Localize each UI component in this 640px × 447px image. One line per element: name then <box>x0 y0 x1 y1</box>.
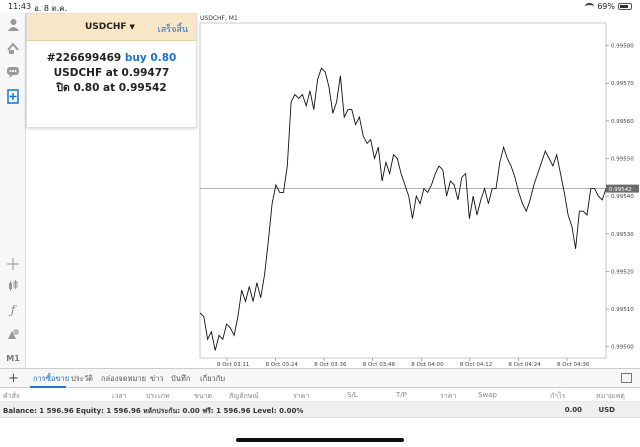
active-tab-indicator <box>30 386 66 388</box>
order-panel: USDCHF ▼ เสร็จสิ้น #226699469 buy 0.80 US… <box>26 13 197 128</box>
tab-news[interactable]: ข่าว <box>150 373 164 385</box>
y-tick-label: 0.99540 <box>611 194 634 200</box>
order-ticket-line: #226699469 buy 0.80 <box>27 51 196 66</box>
y-tick-label: 0.99520 <box>611 269 634 275</box>
balance-currency: USD <box>598 406 615 414</box>
crosshair-icon[interactable] <box>5 256 21 272</box>
done-button[interactable]: เสร็จสิ้น <box>158 22 188 36</box>
price-chart[interactable]: 0.995800.995700.995600.995500.995400.995… <box>197 13 640 368</box>
col-size: ขนาด <box>194 392 213 400</box>
y-tick-label: 0.99580 <box>611 44 634 50</box>
col-order: คำสั่ง <box>3 392 20 400</box>
col-profit: กำไร <box>550 392 566 400</box>
wifi-icon <box>585 3 595 10</box>
battery-status: 69% <box>585 2 632 11</box>
order-open-line: USDCHF at 0.99477 <box>53 67 170 79</box>
balance-row: Balance: 1 596.96 Equity: 1 596.96 หลักป… <box>0 402 640 418</box>
tab-about[interactable]: เกี่ยวกับ <box>200 373 225 385</box>
symbol-selector[interactable]: USDCHF ▼ <box>85 22 135 32</box>
tab-journal[interactable]: บันทึก <box>171 373 190 385</box>
status-time: 11:43 <box>8 2 32 11</box>
current-price-label: 0.99542 <box>609 187 632 193</box>
col-price: ราคา <box>293 392 310 400</box>
objects-icon[interactable] <box>5 326 21 342</box>
chat-icon[interactable] <box>5 64 21 80</box>
y-tick-label: 0.99500 <box>611 345 634 351</box>
tab-trade[interactable]: การซื้อขาย <box>33 373 69 385</box>
col-time: เวลา <box>112 392 127 400</box>
timeframe-button[interactable]: M1 <box>5 350 21 366</box>
symbol-label: USDCHF <box>85 22 127 32</box>
chart-area[interactable]: USDCHF, M1 0.99580 0.99570 0.99560 0.99550 0… <box>197 13 640 368</box>
trade-table-header: คำสั่ง เวลา ประเภท ขนาด สัญลักษณ์ ราคา S… <box>0 389 640 402</box>
price-series-line <box>199 67 607 351</box>
col-sl: S/L <box>347 391 358 399</box>
layout-icon[interactable] <box>621 373 632 383</box>
balance-profit: 0.00 <box>564 406 582 414</box>
y-tick-label: 0.99560 <box>611 119 634 125</box>
order-action: buy 0.80 <box>124 52 177 64</box>
terminal-tabs: + การซื้อขาย ประวัติ กล่องจดหมาย ข่าว บั… <box>0 368 640 388</box>
y-tick-label: 0.99510 <box>611 307 634 313</box>
status-bar: 11:43 อ. 8 ต.ค. 69% <box>0 0 640 13</box>
order-details: #226699469 buy 0.80 USDCHF at 0.99477 ปิ… <box>27 41 196 96</box>
col-current-price: ราคา <box>440 392 457 400</box>
battery-percent: 69% <box>597 2 615 11</box>
left-toolbar: ƒ M1 <box>0 13 26 368</box>
col-type: ประเภท <box>146 392 170 400</box>
order-ticket: #226699469 <box>46 52 122 64</box>
transfer-icon[interactable] <box>5 40 21 56</box>
order-panel-header: USDCHF ▼ เสร็จสิ้น <box>27 14 196 41</box>
y-tick-label: 0.99570 <box>611 81 634 87</box>
user-icon[interactable] <box>5 17 21 33</box>
add-icon[interactable]: + <box>8 371 19 386</box>
home-indicator <box>236 438 404 442</box>
battery-icon <box>618 3 632 10</box>
chevron-down-icon: ▼ <box>129 23 135 31</box>
plot-frame <box>199 22 607 359</box>
y-tick-label: 0.99550 <box>611 157 634 163</box>
function-icon[interactable]: ƒ <box>5 302 21 318</box>
order-close-line: ปิด 0.80 at 0.99542 <box>56 82 167 94</box>
add-order-icon[interactable] <box>5 88 21 104</box>
tab-mailbox[interactable]: กล่องจดหมาย <box>101 373 146 385</box>
col-comment: หมายเหตุ <box>596 392 625 400</box>
candles-icon[interactable] <box>5 278 21 294</box>
y-tick-label: 0.99530 <box>611 232 634 238</box>
col-tp: T/P <box>396 391 407 399</box>
balance-summary: Balance: 1 596.96 Equity: 1 596.96 หลักป… <box>3 407 304 415</box>
col-symbol: สัญลักษณ์ <box>229 392 259 400</box>
tab-history[interactable]: ประวัติ <box>71 373 93 385</box>
col-swap: Swap <box>478 391 497 399</box>
